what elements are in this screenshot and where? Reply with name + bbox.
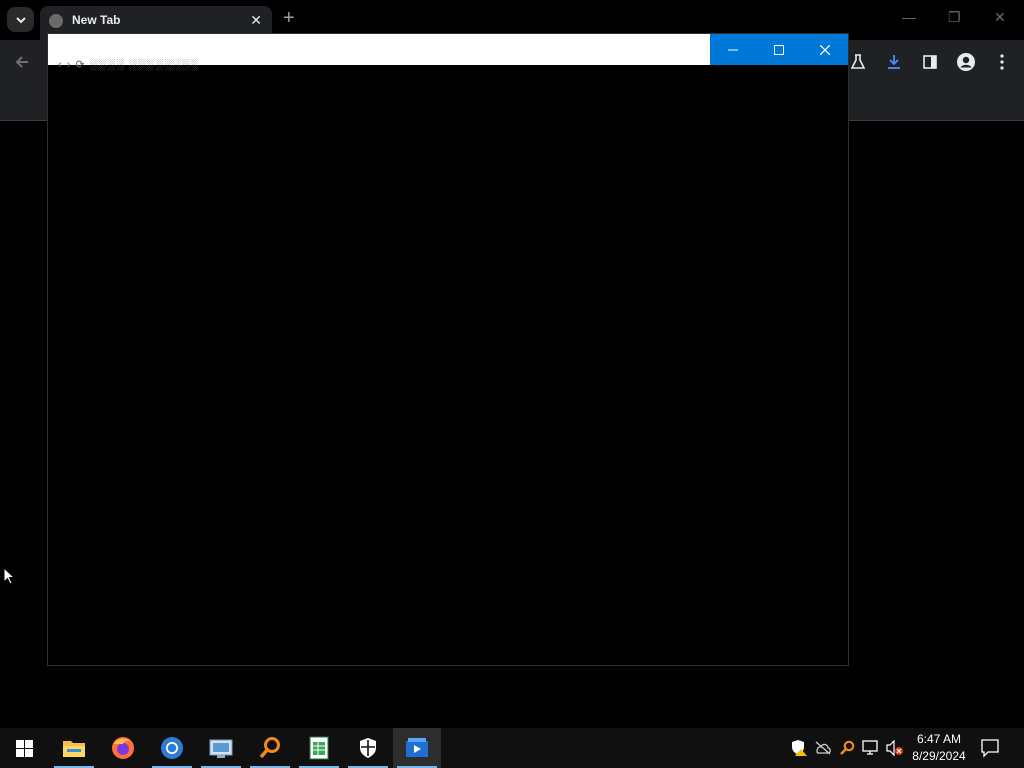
- back-arrow-icon[interactable]: [14, 54, 30, 70]
- overlay-window: ‹ › ⟳ ░░░░ ░░░░░░░░: [47, 33, 849, 666]
- media-player-icon: [406, 738, 428, 757]
- clock-date: 8/29/2024: [912, 749, 966, 763]
- profile-icon[interactable]: [956, 52, 976, 72]
- overlay-minimize-button[interactable]: [710, 34, 756, 65]
- window-restore-button[interactable]: ❐: [948, 9, 961, 26]
- taskbar: 6:47 AM 8/29/2024: [0, 728, 1024, 768]
- volume-muted-tray-icon[interactable]: [886, 739, 904, 757]
- side-panel-icon[interactable]: [920, 52, 940, 72]
- windows-logo-icon: [15, 739, 33, 757]
- overlay-window-controls: [710, 34, 848, 65]
- tab-title: New Tab: [72, 13, 121, 27]
- chromium-icon: [161, 737, 183, 759]
- spreadsheet-icon: [309, 736, 329, 760]
- start-button[interactable]: [0, 728, 48, 768]
- overlay-maximize-button[interactable]: [756, 34, 802, 65]
- notification-icon: [981, 739, 999, 758]
- shield-icon: [360, 738, 376, 758]
- new-tab-button[interactable]: +: [283, 8, 295, 28]
- desktop: New Tab ✕ + — ❐ ✕ ‹ › ⟳ ░░░░ ░░░░░░░░ 6:…: [0, 0, 1024, 768]
- magnifier-icon: [259, 737, 280, 759]
- globe-icon: [49, 14, 63, 28]
- minimize-icon: [728, 49, 738, 50]
- security-warning-tray-icon[interactable]: [790, 739, 808, 757]
- magnifier-tray-icon[interactable]: [838, 739, 856, 757]
- taskbar-media-player[interactable]: [393, 728, 441, 768]
- overlay-close-button[interactable]: [802, 34, 848, 65]
- labs-flask-icon[interactable]: [848, 52, 868, 72]
- control-panel-icon: [209, 739, 233, 758]
- chevron-down-icon: [15, 16, 26, 23]
- taskbar-search-tool[interactable]: [246, 728, 294, 768]
- tab-search-button[interactable]: [7, 7, 34, 32]
- firefox-icon: [112, 737, 134, 759]
- taskbar-file-explorer[interactable]: [50, 728, 98, 768]
- maximize-icon: [774, 44, 784, 55]
- download-icon[interactable]: [884, 52, 904, 72]
- clock-time: 6:47 AM: [916, 732, 962, 746]
- network-tray-icon[interactable]: [862, 739, 880, 757]
- close-icon: [820, 44, 830, 55]
- taskbar-chromium[interactable]: [148, 728, 196, 768]
- window-close-button[interactable]: ✕: [994, 9, 1006, 26]
- taskbar-clock[interactable]: 6:47 AM 8/29/2024: [908, 731, 970, 765]
- overlay-ghost-text: ‹ › ⟳ ░░░░ ░░░░░░░░: [58, 59, 200, 71]
- action-center-button[interactable]: [980, 738, 1000, 763]
- taskbar-control-panel[interactable]: [197, 728, 245, 768]
- taskbar-security[interactable]: [344, 728, 392, 768]
- folder-icon: [63, 741, 85, 757]
- taskbar-spreadsheet[interactable]: [295, 728, 343, 768]
- taskbar-firefox[interactable]: [99, 728, 147, 768]
- tab-close-icon[interactable]: ✕: [250, 12, 262, 29]
- cloud-offline-tray-icon[interactable]: [814, 739, 832, 757]
- menu-kebab-icon[interactable]: [992, 52, 1012, 72]
- window-minimize-button[interactable]: —: [902, 9, 916, 25]
- mouse-cursor-icon: [3, 567, 15, 585]
